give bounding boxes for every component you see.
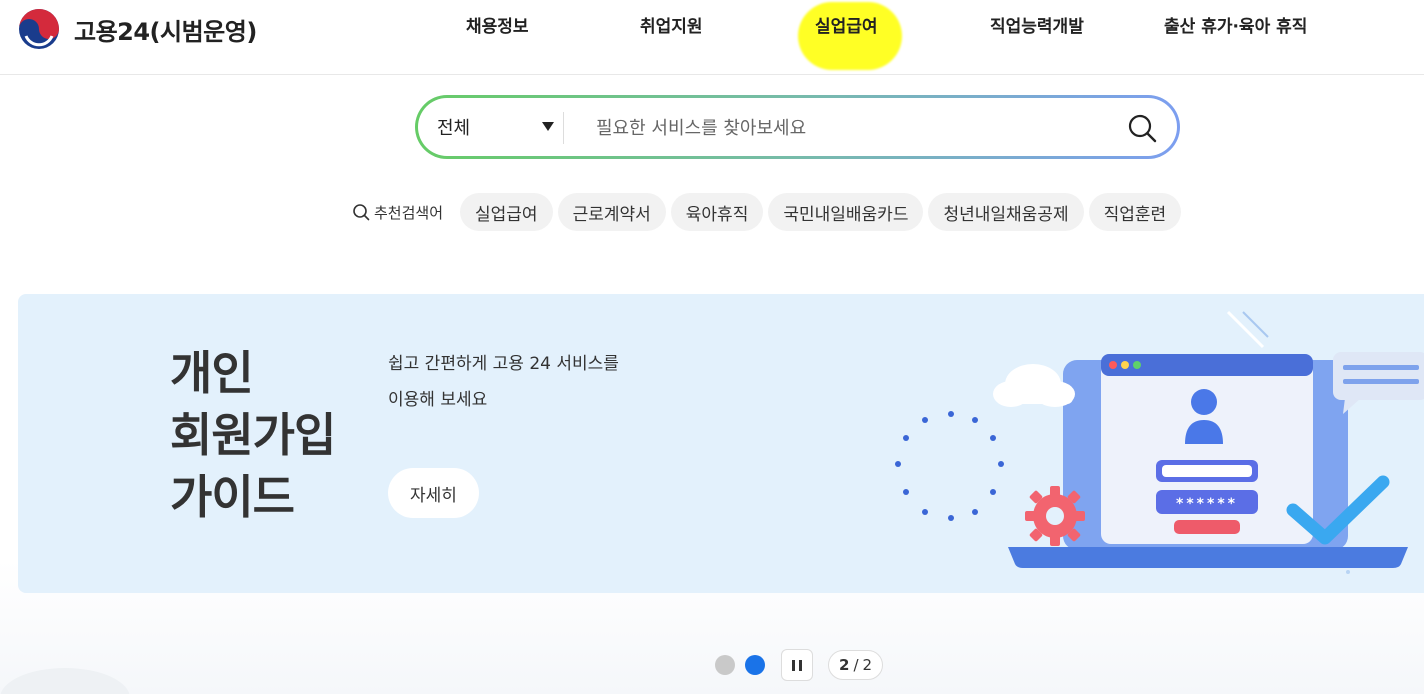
keyword-chip[interactable]: 근로계약서 [557,193,666,231]
main-nav: 채용정보 취업지원 실업급여 직업능력개발 출산 휴가·육아 휴직 [0,15,1424,45]
banner-title: 개인 회원가입 가이드 [170,342,336,528]
banner-desc-line: 이용해 보세요 [388,390,488,410]
nav-item-unemployment-benefits[interactable]: 실업급여 [815,15,878,39]
slide-dot-2[interactable] [745,655,765,675]
search-bar-inner: 전체 [418,98,1177,156]
nav-item-parental-leave[interactable]: 출산 휴가·육아 휴직 [1164,15,1307,39]
slide-separator: / [853,656,859,674]
recommended-label-text: 추천검색어 [374,203,444,222]
keyword-chip[interactable]: 청년내일채움공제 [928,193,1084,231]
caret-down-icon [542,122,554,131]
gear-icon [1025,486,1085,546]
pause-icon [799,659,802,671]
search-divider [563,112,564,144]
banner-title-line: 가이드 [170,470,295,524]
window-dot-yellow [1121,361,1129,369]
id-field-inner [1162,465,1252,477]
slide-current: 2 [839,656,850,674]
pause-icon [792,659,795,671]
pause-button[interactable] [781,649,813,681]
search-bar: 전체 [415,95,1180,159]
browser-titlebar [1101,354,1313,376]
search-icon [353,204,370,221]
browser-window [1101,354,1313,544]
signup-illustration: ****** [895,310,1424,574]
banner-pagination: 2 / 2 [715,648,884,682]
site-header: 고용24(시범운영) 채용정보 취업지원 실업급여 직업능력개발 출산 휴가·육… [0,0,1424,75]
speech-bubble-icon [1333,352,1424,414]
laptop-base [1008,547,1408,568]
cloud-icon [993,364,1075,407]
decor-dot [1346,570,1350,574]
decor-line [1242,311,1269,338]
search-icon[interactable] [1126,112,1158,144]
nav-item-jobs[interactable]: 채용정보 [466,15,529,39]
nav-item-employment-support[interactable]: 취업지원 [640,15,703,39]
slide-total: 2 [862,656,873,674]
keyword-chip[interactable]: 육아휴직 [670,193,764,231]
recommended-keywords: 추천검색어 실업급여 근로계약서 육아휴직 국민내일배움카드 청년내일채움공제 … [352,193,1186,231]
slide-dot-1[interactable] [715,655,735,675]
detail-button[interactable]: 자세히 [388,468,479,518]
decor-line [1226,310,1265,349]
banner-description: 쉽고 간편하게 고용 24 서비스를 이용해 보세요 [388,346,619,418]
keyword-chip[interactable]: 국민내일배움카드 [768,193,924,231]
search-category-select[interactable]: 전체 [437,98,557,156]
slide-counter: 2 / 2 [828,650,884,680]
search-category-value: 전체 [437,118,471,139]
banner-title-line: 회원가입 [170,408,336,462]
nav-item-skills-development[interactable]: 직업능력개발 [990,15,1084,39]
password-mask-text: ****** [1176,496,1238,512]
search-input[interactable] [596,110,1116,146]
window-dot-red [1109,361,1117,369]
hero-banner: 개인 회원가입 가이드 쉽고 간편하게 고용 24 서비스를 이용해 보세요 자… [18,294,1424,593]
loading-dots-icon [895,411,1004,521]
banner-title-line: 개인 [170,346,254,400]
window-dot-green [1133,361,1141,369]
banner-desc-line: 쉽고 간편하게 고용 24 서비스를 [388,354,619,374]
submit-button-graphic [1174,520,1240,534]
recommended-label: 추천검색어 [352,202,443,223]
keyword-chip[interactable]: 실업급여 [460,193,553,231]
keyword-chip[interactable]: 직업훈련 [1088,193,1182,231]
